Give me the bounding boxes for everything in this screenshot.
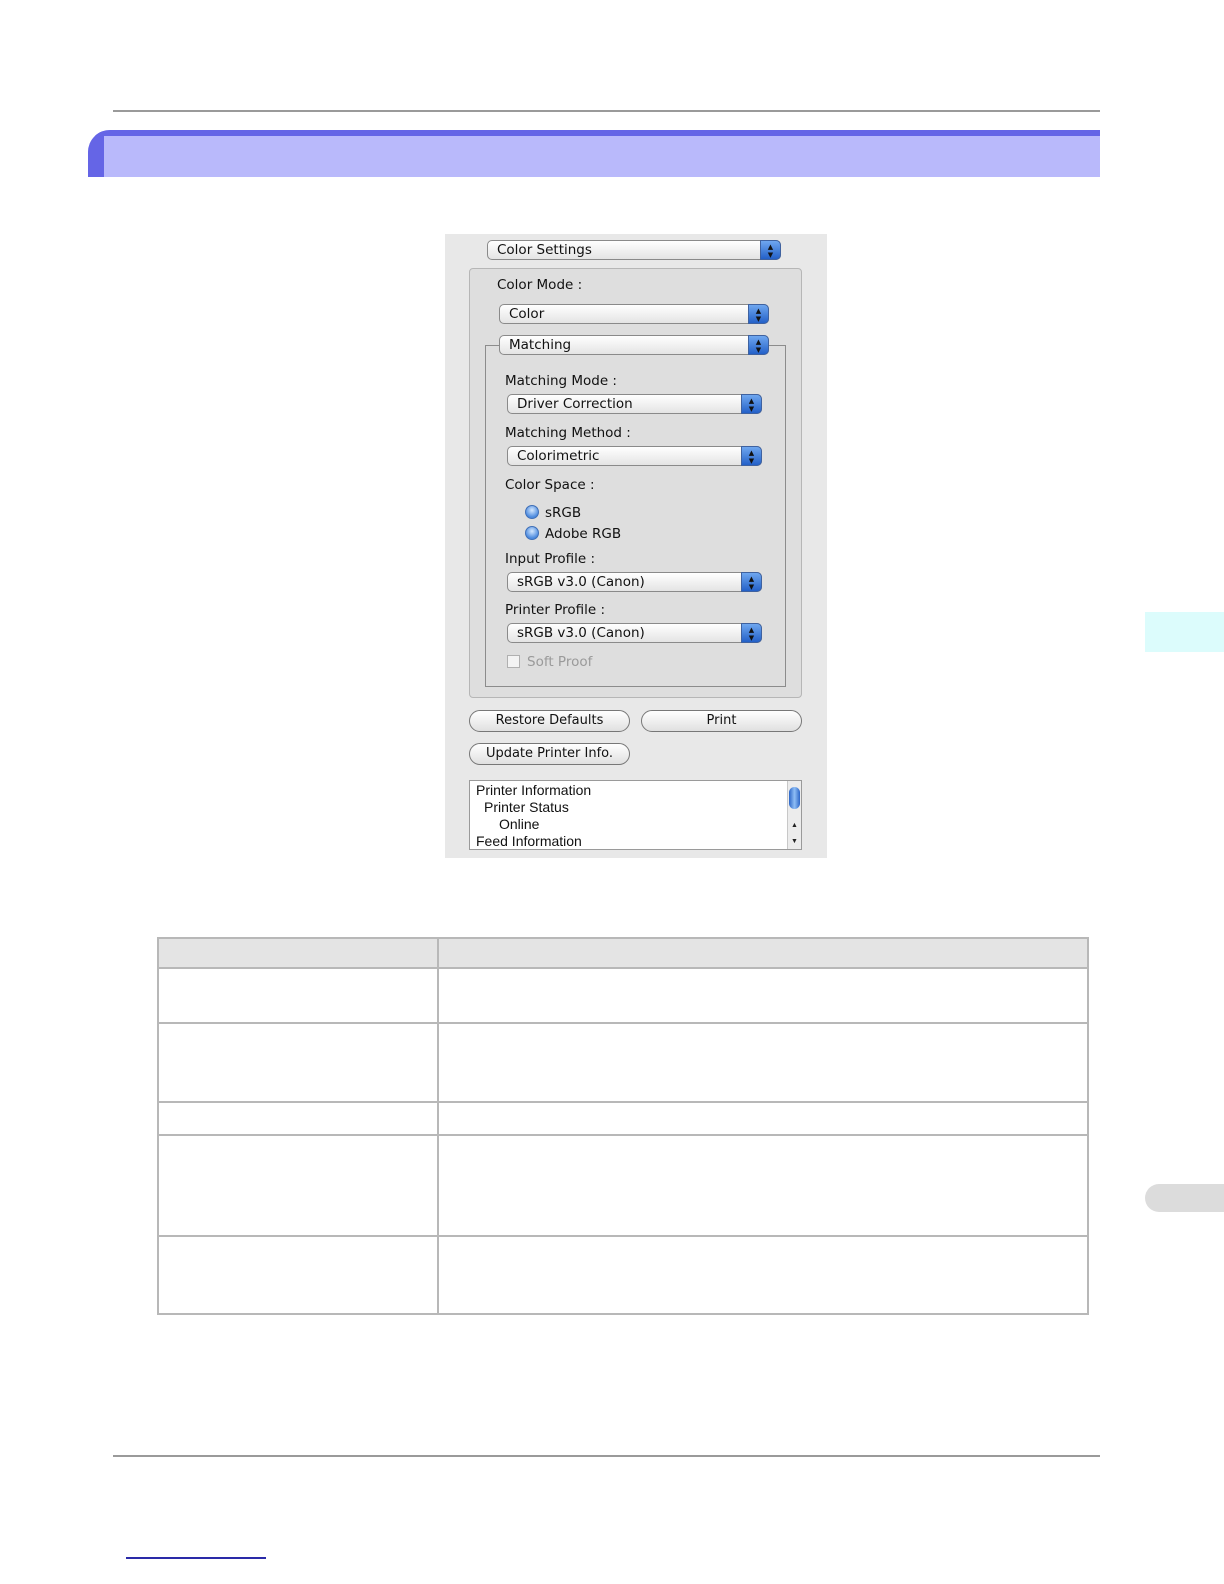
scroll-up-icon[interactable]: ▲ — [788, 819, 801, 833]
color-mode-select[interactable]: Color ▲ ▼ — [499, 304, 769, 324]
popup-arrows-icon: ▲ ▼ — [741, 623, 762, 643]
printer-profile-value: sRGB v3.0 (Canon) — [517, 625, 645, 641]
table-row — [157, 967, 1089, 1024]
input-profile-value: sRGB v3.0 (Canon) — [517, 574, 645, 590]
list-item: Printer Information — [476, 782, 592, 798]
matching-method-select[interactable]: Colorimetric ▲ ▼ — [507, 446, 762, 466]
table-cell — [437, 1101, 1089, 1136]
popup-arrows-icon: ▲ ▼ — [741, 446, 762, 466]
color-space-label: Color Space : — [505, 477, 595, 493]
table-cell — [157, 967, 439, 1024]
color-mode-value: Color — [509, 306, 545, 322]
table-cell — [437, 1022, 1089, 1103]
table-row — [157, 1134, 1089, 1237]
popup-arrows-icon: ▲ ▼ — [741, 394, 762, 414]
matching-method-label: Matching Method : — [505, 425, 631, 441]
index-tab — [1145, 1184, 1224, 1212]
list-item: Feed Information — [476, 833, 582, 849]
color-settings-dialog: Color Settings ▲ ▼ Color Mode : Color ▲ ▼ … — [445, 234, 827, 858]
table-row — [157, 1101, 1089, 1136]
list-item: Printer Status — [484, 799, 569, 815]
matching-mode-label: Matching Mode : — [505, 373, 617, 389]
section-banner — [88, 130, 1100, 177]
table-row — [157, 1235, 1089, 1315]
popup-arrows-icon: ▲ ▼ — [748, 335, 769, 355]
update-printer-info-button[interactable]: Update Printer Info. — [469, 743, 630, 765]
table-cell — [437, 1134, 1089, 1237]
panel-select-label: Color Settings — [497, 242, 592, 258]
settings-table — [157, 937, 1089, 1315]
input-profile-label: Input Profile : — [505, 551, 596, 567]
table-header-row — [157, 937, 1089, 969]
adobe-rgb-radio[interactable] — [525, 526, 539, 540]
soft-proof-checkbox[interactable] — [507, 655, 520, 668]
list-item: Online — [499, 816, 540, 832]
footer-link-underline[interactable] — [126, 1557, 266, 1559]
top-rule — [113, 110, 1100, 112]
popup-arrows-icon: ▲ ▼ — [741, 572, 762, 592]
srgb-radio[interactable] — [525, 505, 539, 519]
table-header-cell — [157, 937, 439, 969]
printer-info-list[interactable]: Printer Information Printer Status Onlin… — [469, 780, 802, 850]
table-cell — [157, 1134, 439, 1237]
color-mode-label: Color Mode : — [497, 277, 583, 293]
bottom-rule — [113, 1455, 1100, 1457]
matching-section-label: Matching — [509, 337, 572, 353]
table-cell — [157, 1022, 439, 1103]
table-cell — [437, 967, 1089, 1024]
scroll-down-icon[interactable]: ▼ — [788, 835, 801, 849]
table-row — [157, 1022, 1089, 1103]
printer-profile-select[interactable]: sRGB v3.0 (Canon) ▲ ▼ — [507, 623, 762, 643]
info-scrollbar[interactable]: ▲ ▼ — [787, 781, 801, 849]
printer-profile-label: Printer Profile : — [505, 602, 606, 618]
restore-defaults-button[interactable]: Restore Defaults — [469, 710, 630, 732]
table-cell — [157, 1235, 439, 1315]
popup-arrows-icon: ▲ ▼ — [760, 240, 781, 260]
table-cell — [437, 1235, 1089, 1315]
matching-mode-select[interactable]: Driver Correction ▲ ▼ — [507, 394, 762, 414]
soft-proof-label: Soft Proof — [527, 654, 593, 670]
popup-arrows-icon: ▲ ▼ — [748, 304, 769, 324]
matching-section-select[interactable]: Matching ▲ ▼ — [499, 335, 769, 355]
input-profile-select[interactable]: sRGB v3.0 (Canon) ▲ ▼ — [507, 572, 762, 592]
table-cell — [157, 1101, 439, 1136]
adobe-rgb-label: Adobe RGB — [545, 526, 622, 542]
srgb-label: sRGB — [545, 505, 582, 521]
matching-mode-value: Driver Correction — [517, 396, 633, 412]
matching-method-value: Colorimetric — [517, 448, 600, 464]
panel-select[interactable]: Color Settings ▲ ▼ — [487, 240, 781, 260]
chapter-tab — [1145, 612, 1224, 652]
print-button[interactable]: Print — [641, 710, 802, 732]
table-header-cell — [437, 937, 1089, 969]
scroll-thumb[interactable] — [789, 787, 800, 809]
